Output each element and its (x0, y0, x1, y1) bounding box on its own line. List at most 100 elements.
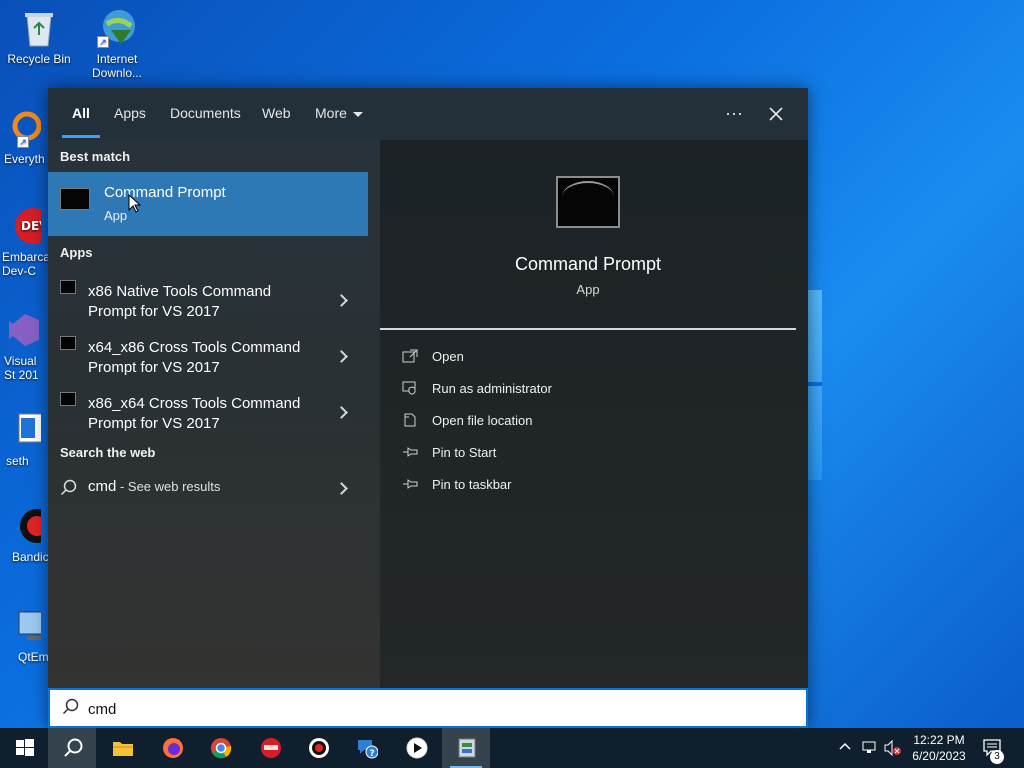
visual-studio-icon (1, 310, 41, 350)
tab-web[interactable]: Web (262, 105, 291, 121)
desktop-icon-recycle-bin[interactable]: Recycle Bin (0, 8, 78, 66)
recycle-bin-icon (19, 8, 59, 48)
search-panel: All Apps Documents Web More ··· Best mat… (48, 88, 808, 728)
search-box[interactable] (48, 688, 808, 728)
start-icon (16, 739, 34, 756)
action-pin-to-taskbar[interactable]: Pin to taskbar (398, 474, 778, 498)
web-search-result[interactable]: cmd - See web results (48, 476, 368, 500)
web-search-query: cmd - See web results (88, 478, 220, 495)
tab-documents[interactable]: Documents (170, 105, 241, 121)
active-tab-indicator (62, 135, 100, 138)
taskbar-clock[interactable]: 12:22 PM 6/20/2023 (904, 732, 974, 764)
media-player-icon (406, 737, 428, 759)
chevron-right-icon[interactable] (335, 350, 348, 363)
idm-globe-icon: ↗ (97, 8, 137, 48)
taskbar-network-tool[interactable] (442, 728, 490, 768)
ellipsis-icon[interactable]: ··· (722, 102, 746, 126)
app-result-label: x86 Native Tools Command Prompt for VS 2… (88, 283, 272, 320)
chevron-right-icon[interactable] (335, 294, 348, 307)
best-match-subtitle: App (104, 208, 128, 223)
firefox-icon (163, 738, 183, 758)
taskbar-file-explorer[interactable] (98, 728, 146, 768)
search-icon (64, 738, 83, 757)
close-icon[interactable] (764, 102, 788, 126)
clock-time: 12:22 PM (913, 733, 965, 747)
help-icon: ? (358, 740, 378, 759)
taskbar: ? 12:22 PM 6/20/2023 3 (0, 728, 1024, 768)
devcpp-icon (261, 738, 281, 758)
action-center-button[interactable]: 3 (982, 738, 1012, 764)
tab-apps[interactable]: Apps (114, 105, 146, 121)
shortcut-arrow-icon: ↗ (97, 36, 109, 48)
network-status[interactable] (862, 740, 880, 768)
app-result-x86-x64-cross[interactable]: x86_x64 Cross Tools Command Prompt for V… (48, 388, 368, 440)
chevron-up-icon (839, 742, 851, 750)
tab-all[interactable]: All (72, 105, 90, 121)
taskbar-firefox[interactable] (148, 728, 196, 768)
volume-muted-icon (884, 739, 901, 757)
action-label: Pin to Start (432, 445, 497, 460)
command-prompt-icon (60, 280, 76, 294)
tab-more-label: More (315, 105, 347, 121)
action-label: Open (432, 349, 464, 364)
command-prompt-icon (60, 392, 76, 406)
start-button[interactable] (0, 728, 48, 768)
folder-icon (404, 413, 416, 427)
detail-divider (380, 328, 796, 330)
command-prompt-large-icon (556, 176, 620, 228)
action-run-as-administrator[interactable]: Run as administrator (398, 378, 778, 402)
app-result-label: x86_x64 Cross Tools Command Prompt for V… (88, 395, 301, 432)
command-prompt-icon (60, 336, 76, 350)
chevron-right-icon[interactable] (335, 482, 348, 495)
action-label: Open file location (432, 413, 533, 428)
taskbar-chrome[interactable] (196, 728, 244, 768)
record-icon (309, 738, 329, 758)
search-web-heading: Search the web (60, 445, 156, 460)
open-icon (402, 349, 418, 363)
web-results-suffix: - See web results (116, 479, 221, 494)
pin-icon (403, 479, 418, 489)
search-tabs-bar: All Apps Documents Web More ··· (48, 88, 808, 140)
bandicam-icon (1, 506, 54, 546)
network-tool-icon (458, 738, 476, 758)
shield-icon (402, 381, 416, 395)
window-app-icon (1, 410, 50, 450)
show-hidden-icons[interactable] (838, 740, 852, 768)
clock-date: 6/20/2023 (912, 749, 966, 763)
chevron-right-icon[interactable] (335, 406, 348, 419)
monitor-icon (1, 606, 50, 646)
best-match-heading: Best match (60, 149, 131, 164)
apps-heading: Apps (60, 245, 93, 260)
app-result-x64-x86-cross[interactable]: x64_x86 Cross Tools Command Prompt for V… (48, 332, 368, 384)
search-input[interactable] (88, 697, 688, 721)
taskbar-devcpp[interactable] (246, 728, 294, 768)
taskbar-media-player[interactable] (392, 728, 440, 768)
search-icon (60, 479, 77, 496)
wallpaper-light-gap (808, 382, 822, 386)
search-icon (62, 698, 79, 715)
action-open-file-location[interactable]: Open file location (398, 410, 778, 434)
tab-more[interactable]: More (315, 105, 363, 121)
taskbar-search-button[interactable] (48, 728, 96, 768)
shortcut-arrow-icon: ↗ (17, 136, 29, 148)
action-label: Run as administrator (432, 381, 552, 396)
web-query-text: cmd (88, 478, 117, 495)
desktop-icon-label: Visual St 201 (4, 354, 39, 382)
desktop-icon-idm[interactable]: ↗ Internet Downlo... (78, 8, 156, 80)
magnifier-orange-icon: ↗ (1, 108, 42, 148)
volume-status[interactable] (884, 739, 902, 768)
action-label: Pin to taskbar (432, 477, 512, 492)
svg-text:?: ? (370, 749, 375, 759)
network-icon (862, 741, 876, 753)
app-result-label: x64_x86 Cross Tools Command Prompt for V… (88, 339, 301, 376)
chrome-icon (211, 738, 232, 759)
action-open[interactable]: Open (398, 346, 778, 370)
best-match-command-prompt[interactable]: Command Prompt App (48, 172, 368, 236)
taskbar-help[interactable]: ? (342, 728, 390, 768)
action-pin-to-start[interactable]: Pin to Start (398, 442, 778, 466)
best-match-title: Command Prompt (104, 184, 226, 201)
command-prompt-icon (60, 188, 90, 210)
app-result-x86-native[interactable]: x86 Native Tools Command Prompt for VS 2… (48, 276, 368, 328)
taskbar-recorder[interactable] (294, 728, 342, 768)
svg-text:DEV: DEV (21, 219, 41, 233)
